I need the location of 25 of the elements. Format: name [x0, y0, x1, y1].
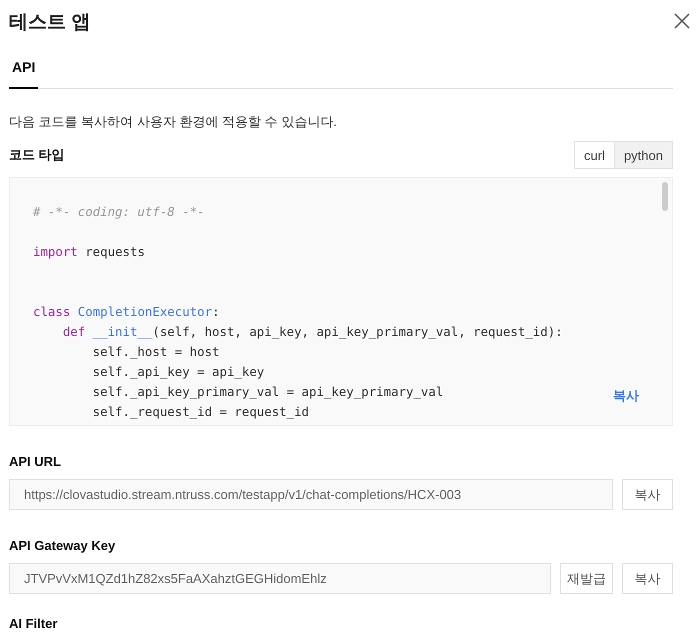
window-title: 테스트 앱	[9, 11, 90, 35]
scrollbar-thumb[interactable]	[662, 182, 668, 211]
code-line: self._request_id = request_id	[92, 403, 310, 421]
section-label: 코드 타입	[9, 146, 65, 164]
close-icon[interactable]	[674, 13, 690, 29]
action-button[interactable]: 복사	[622, 563, 673, 594]
input-field[interactable]: https://clovastudio.stream.ntruss.com/testapp/v1/chat-completions/HCX-003	[9, 479, 613, 510]
tab[interactable]: API	[9, 50, 38, 89]
action-button[interactable]: 재발급	[560, 563, 613, 594]
code-line: self._host = host	[92, 343, 220, 361]
code-line: def __init__(self, host, api_key, api_key_primary_val, request_id):	[62, 323, 563, 341]
field-label: API URL	[9, 454, 62, 469]
code-line: self._api_key_primary_val = api_key_primary_val	[92, 383, 444, 401]
code-type-option[interactable]: python	[614, 141, 673, 169]
description-text: 다음 코드를 복사하여 사용자 환경에 적용할 수 있습니다.	[9, 113, 338, 131]
code-line: self._api_key = api_key	[92, 363, 264, 381]
code-line: class CompletionExecutor:	[33, 303, 220, 321]
code-type-option[interactable]: curl	[574, 141, 615, 169]
section-label: AI Filter	[9, 616, 58, 631]
action-button[interactable]: 복사	[622, 479, 673, 510]
field-label: API Gateway Key	[9, 538, 116, 553]
code-line: # -*- coding: utf-8 -*-	[33, 203, 205, 221]
copy-link[interactable]: 복사	[607, 386, 645, 406]
input-field[interactable]: JTVPvVxM1QZd1hZ82xs5FaAXahztGEGHidomEhlz	[9, 563, 551, 594]
code-line: import requests	[33, 243, 145, 261]
